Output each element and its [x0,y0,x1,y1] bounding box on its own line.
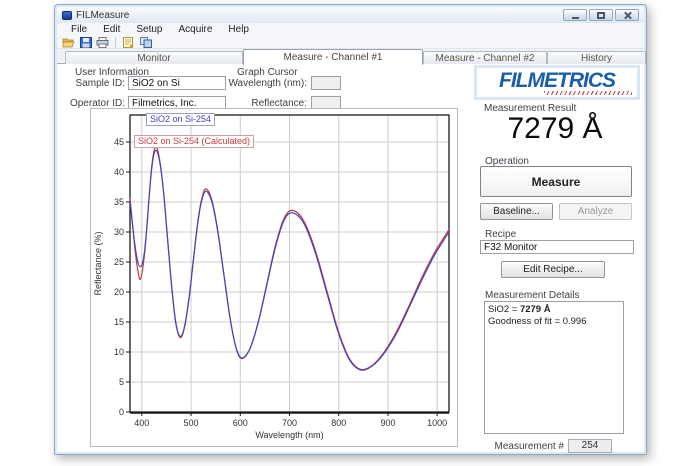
cursor-wavelength-label: Wavelength (nm): [227,78,307,89]
toolbar-separator [115,37,116,48]
legend-measured: SiO2 on Si-254 [146,113,215,126]
measure-button[interactable]: Measure [480,166,632,197]
tab-history[interactable]: History [547,51,646,64]
analyze-button: Analyze [559,203,632,220]
cursor-wavelength-field [311,76,341,90]
tab-monitor[interactable]: Monitor [65,51,243,64]
svg-text:Wavelength (nm): Wavelength (nm) [255,430,323,440]
sample-id-input[interactable] [128,76,226,90]
close-icon [623,11,632,20]
menu-bar: File Edit Setup Acquire Help [57,23,644,36]
spectrum-chart-svg[interactable]: 400 500 600 700 800 900 1000 0 5 10 15 20 25 30 35 40 45… [91,109,457,446]
chart-panel[interactable]: 400 500 600 700 800 900 1000 0 5 10 15 20 25 30 35 40 45… [90,108,458,447]
measurement-number-field: 254 [568,439,612,453]
measurement-details-box[interactable]: SiO2 = 7279 Å Goodness of fit = 0.996 [484,301,624,434]
svg-text:700: 700 [282,418,297,428]
legend-calculated: SiO2 on Si-254 (Calculated) [134,135,254,148]
app-icon [62,11,72,20]
svg-text:35: 35 [114,197,124,207]
baseline-button[interactable]: Baseline... [480,203,553,220]
close-button[interactable] [615,9,639,21]
window-controls [563,9,639,21]
measurement-number-label: Measurement # [464,441,564,452]
open-folder-icon[interactable] [62,36,75,48]
graph-cursor-label: Graph Cursor [237,67,298,78]
legend-calculated-label: SiO2 on Si-254 (Calculated) [138,136,250,146]
legend-measured-label: SiO2 on Si-254 [150,114,211,124]
menu-help[interactable]: Help [220,24,257,35]
screenshot-page: FILMeasure File Edit Setup Acquire Help [0,0,700,466]
svg-text:20: 20 [114,287,124,297]
details-line-gof: Goodness of fit = 0.996 [488,316,620,328]
svg-text:900: 900 [380,418,395,428]
maximize-icon [597,12,605,19]
svg-text:600: 600 [233,418,248,428]
measurement-details-label: Measurement Details [485,290,579,301]
tab-measure-channel-2[interactable]: Measure - Channel #2 [423,51,547,64]
minimize-icon [572,17,579,19]
filmetrics-logo-text: FILMETRICS [499,71,615,91]
measure-tab-page: User Information Sample ID: Operator ID:… [57,64,644,452]
filmeasure-window: FILMeasure File Edit Setup Acquire Help [54,4,647,455]
sample-id-label: Sample ID: [65,78,125,89]
recipe-input[interactable] [480,240,634,254]
svg-text:45: 45 [114,137,124,147]
window-title: FILMeasure [76,10,129,21]
logo-hatch-decoration [544,91,632,95]
details-line-thickness: SiO2 = 7279 Å [488,304,620,316]
svg-text:15: 15 [114,317,124,327]
export-log-icon[interactable] [122,36,135,48]
save-icon[interactable] [79,36,92,48]
print-icon[interactable] [96,36,109,48]
svg-text:40: 40 [114,167,124,177]
svg-text:1000: 1000 [427,418,447,428]
copy-view-icon[interactable] [139,36,152,48]
tab-strip: Monitor Measure - Channel #1 Measure - C… [57,49,644,64]
svg-text:800: 800 [331,418,346,428]
maximize-button[interactable] [589,9,613,21]
edit-recipe-button[interactable]: Edit Recipe... [501,261,605,278]
title-bar: FILMeasure [57,7,644,23]
svg-text:0: 0 [119,407,124,417]
recipe-label: Recipe [485,229,516,240]
menu-acquire[interactable]: Acquire [171,24,221,35]
svg-text:400: 400 [134,418,149,428]
svg-text:10: 10 [114,347,124,357]
minimize-button[interactable] [563,9,587,21]
svg-text:500: 500 [184,418,199,428]
menu-file[interactable]: File [63,24,95,35]
toolbar [57,36,644,49]
menu-edit[interactable]: Edit [95,24,128,35]
svg-text:30: 30 [114,227,124,237]
menu-setup[interactable]: Setup [128,24,170,35]
measurement-result-value: 7279 Å [469,112,641,146]
svg-text:5: 5 [119,377,124,387]
tab-measure-channel-1[interactable]: Measure - Channel #1 [243,49,423,65]
svg-text:Reflectance (%): Reflectance (%) [93,231,103,295]
svg-text:25: 25 [114,257,124,267]
filmetrics-logo: FILMETRICS [474,65,640,100]
